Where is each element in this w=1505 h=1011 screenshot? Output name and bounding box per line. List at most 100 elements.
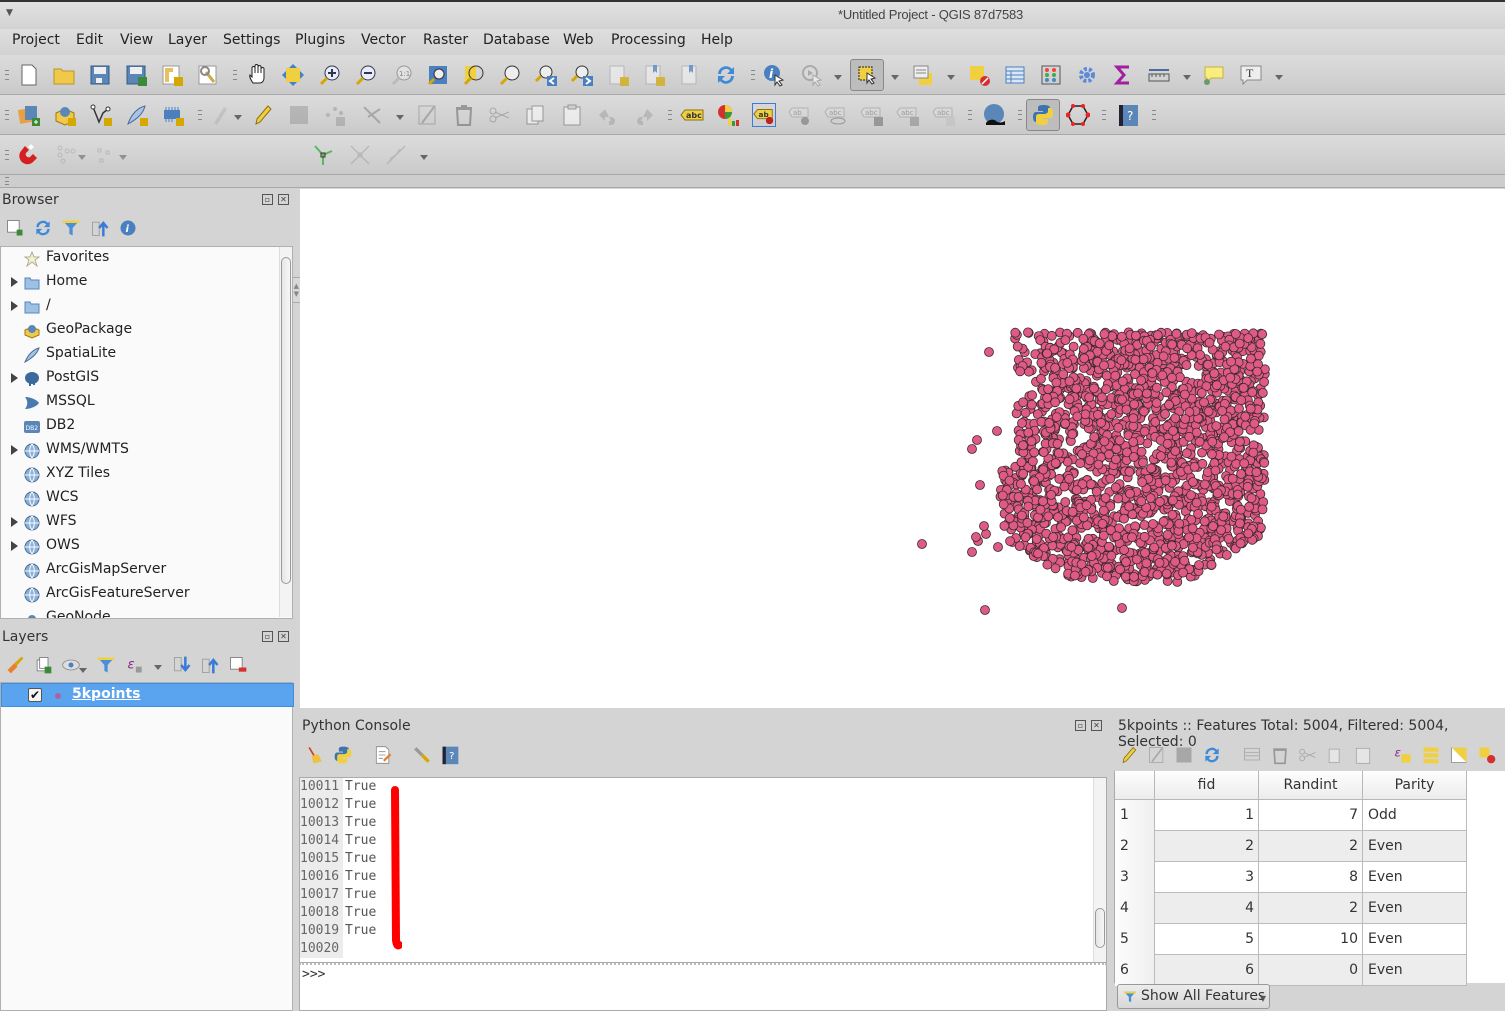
- measure-line-icon[interactable]: [1147, 63, 1171, 87]
- cell-randint[interactable]: 10: [1259, 924, 1363, 955]
- cell-parity[interactable]: Even: [1363, 831, 1467, 862]
- console-options-icon[interactable]: [412, 745, 432, 765]
- select-by-value-icon[interactable]: [911, 63, 935, 87]
- browser-item-root[interactable]: /: [1, 295, 281, 319]
- snapping-intersection-icon[interactable]: [348, 143, 372, 167]
- toolbar-grip[interactable]: [668, 110, 672, 120]
- attribute-table[interactable]: fid Randint Parity 1 1 7 Odd 2 2 2 Even 3 3 8 Even 4…: [1114, 771, 1505, 986]
- expand-all-icon[interactable]: [172, 655, 192, 675]
- deselect-all-icon[interactable]: [967, 63, 991, 87]
- layer-visibility-checkbox[interactable]: ✔: [28, 688, 42, 702]
- topology-checker-icon[interactable]: [1066, 103, 1090, 127]
- expand-arrow-icon[interactable]: [11, 517, 18, 527]
- save-edits-icon[interactable]: [1174, 745, 1194, 765]
- window-menu-icon[interactable]: ▼: [6, 8, 13, 18]
- zoom-next-icon[interactable]: [570, 63, 594, 87]
- refresh-icon[interactable]: [714, 63, 738, 87]
- table-row[interactable]: 4 4 2 Even: [1115, 893, 1467, 924]
- run-feature-action-icon[interactable]: [800, 63, 824, 87]
- cell-randint[interactable]: 7: [1259, 800, 1363, 831]
- cut-selected-icon[interactable]: [1298, 745, 1318, 765]
- select-features-icon[interactable]: [850, 59, 884, 91]
- rotate-label-icon[interactable]: abc: [896, 103, 920, 127]
- snapping-type-icon[interactable]: [94, 143, 118, 167]
- zoom-native-resolution-icon[interactable]: 1:1: [390, 63, 414, 87]
- column-header-randint[interactable]: Randint: [1259, 771, 1363, 800]
- new-geopackage-layer-icon[interactable]: [53, 103, 77, 127]
- toolbar-grip[interactable]: [5, 110, 9, 120]
- paste-features-icon[interactable]: [560, 103, 584, 127]
- toolbar-grip[interactable]: [968, 110, 972, 120]
- vertex-tool-icon[interactable]: [360, 103, 384, 127]
- import-class-icon[interactable]: [333, 745, 353, 765]
- browser-item-postgis[interactable]: PostGIS: [1, 367, 281, 391]
- change-label-icon[interactable]: abc: [932, 103, 956, 127]
- browser-item-arcgismapserver[interactable]: ArcGisMapServer: [1, 559, 281, 583]
- cell-parity[interactable]: Even: [1363, 955, 1467, 986]
- menu-plugins[interactable]: Plugins: [295, 32, 345, 48]
- cell-parity[interactable]: Even: [1363, 893, 1467, 924]
- new-virtual-layer-icon[interactable]: [161, 103, 185, 127]
- highlight-pinned-labels-icon[interactable]: ab: [752, 103, 776, 127]
- save-as-icon[interactable]: [124, 63, 148, 87]
- select-features-dropdown[interactable]: [891, 75, 899, 80]
- show-all-features-button[interactable]: Show All Features ▼: [1117, 984, 1270, 1009]
- table-row[interactable]: 2 2 2 Even: [1115, 831, 1467, 862]
- remove-layer-icon[interactable]: [228, 655, 248, 675]
- row-number[interactable]: 2: [1115, 831, 1155, 862]
- browser-item-arcgisfeatureserver[interactable]: ArcGisFeatureServer: [1, 583, 281, 607]
- table-row[interactable]: 6 6 0 Even: [1115, 955, 1467, 986]
- cell-parity[interactable]: Even: [1363, 924, 1467, 955]
- text-annotation-icon[interactable]: T: [1239, 63, 1263, 87]
- column-header-parity[interactable]: Parity: [1363, 771, 1467, 800]
- zoom-full-icon[interactable]: [426, 63, 450, 87]
- cell-fid[interactable]: 4: [1155, 893, 1259, 924]
- reload-table-icon[interactable]: [1202, 745, 1222, 765]
- row-number[interactable]: 4: [1115, 893, 1155, 924]
- filter-legend-icon[interactable]: [96, 655, 116, 675]
- snapping-mode-dropdown[interactable]: [78, 155, 86, 160]
- filter-browser-icon[interactable]: [61, 218, 81, 238]
- expression-filter-dropdown[interactable]: [154, 665, 162, 670]
- processing-toolbox-icon[interactable]: [1075, 63, 1099, 87]
- open-project-icon[interactable]: [52, 63, 76, 87]
- help-icon[interactable]: ?: [1116, 103, 1140, 127]
- browser-item-db2[interactable]: DB2 DB2: [1, 415, 281, 439]
- map-canvas[interactable]: [300, 189, 1505, 708]
- cell-parity[interactable]: Even: [1363, 862, 1467, 893]
- menu-project[interactable]: Project: [12, 32, 60, 48]
- run-feature-action-dropdown[interactable]: [834, 75, 842, 80]
- snapping-mode-icon[interactable]: [55, 143, 79, 167]
- layer-labeling-options-icon[interactable]: abc: [680, 103, 704, 127]
- copy-features-icon[interactable]: [523, 103, 547, 127]
- browser-item-mssql[interactable]: MSSQL: [1, 391, 281, 415]
- float-panel-icon[interactable]: ▫: [1075, 720, 1086, 731]
- redo-icon[interactable]: [632, 103, 656, 127]
- filter-by-expression-icon[interactable]: ε: [125, 655, 145, 675]
- open-layer-styling-icon[interactable]: [5, 655, 25, 675]
- cell-parity[interactable]: Odd: [1363, 800, 1467, 831]
- statistical-summary-icon[interactable]: [1111, 63, 1135, 87]
- python-console-icon[interactable]: [1026, 99, 1060, 131]
- browser-item-geopackage[interactable]: GeoPackage: [1, 319, 281, 343]
- self-snapping-icon[interactable]: [384, 143, 408, 167]
- collapse-all-icon[interactable]: [90, 218, 110, 238]
- browser-item-xyz-tiles[interactable]: XYZ Tiles: [1, 463, 281, 487]
- cell-randint[interactable]: 8: [1259, 862, 1363, 893]
- clear-console-icon[interactable]: [305, 745, 325, 765]
- zoom-out-icon[interactable]: [354, 63, 378, 87]
- cell-fid[interactable]: 6: [1155, 955, 1259, 986]
- pan-to-selection-icon[interactable]: [281, 63, 305, 87]
- expand-arrow-icon[interactable]: [11, 541, 18, 551]
- layer-item-5kpoints[interactable]: ✔ 5kpoints: [1, 683, 294, 707]
- show-bookmarks-icon[interactable]: [642, 63, 666, 87]
- browser-item-favorites[interactable]: Favorites: [1, 247, 281, 271]
- cell-randint[interactable]: 2: [1259, 893, 1363, 924]
- copy-selected-icon[interactable]: [1325, 745, 1345, 765]
- float-panel-icon[interactable]: ▫: [262, 631, 273, 642]
- menu-web[interactable]: Web: [563, 32, 594, 48]
- toggle-editing-icon[interactable]: [251, 103, 275, 127]
- data-source-manager-icon[interactable]: [17, 103, 41, 127]
- toolbar-grip[interactable]: [5, 150, 9, 160]
- row-number[interactable]: 6: [1115, 955, 1155, 986]
